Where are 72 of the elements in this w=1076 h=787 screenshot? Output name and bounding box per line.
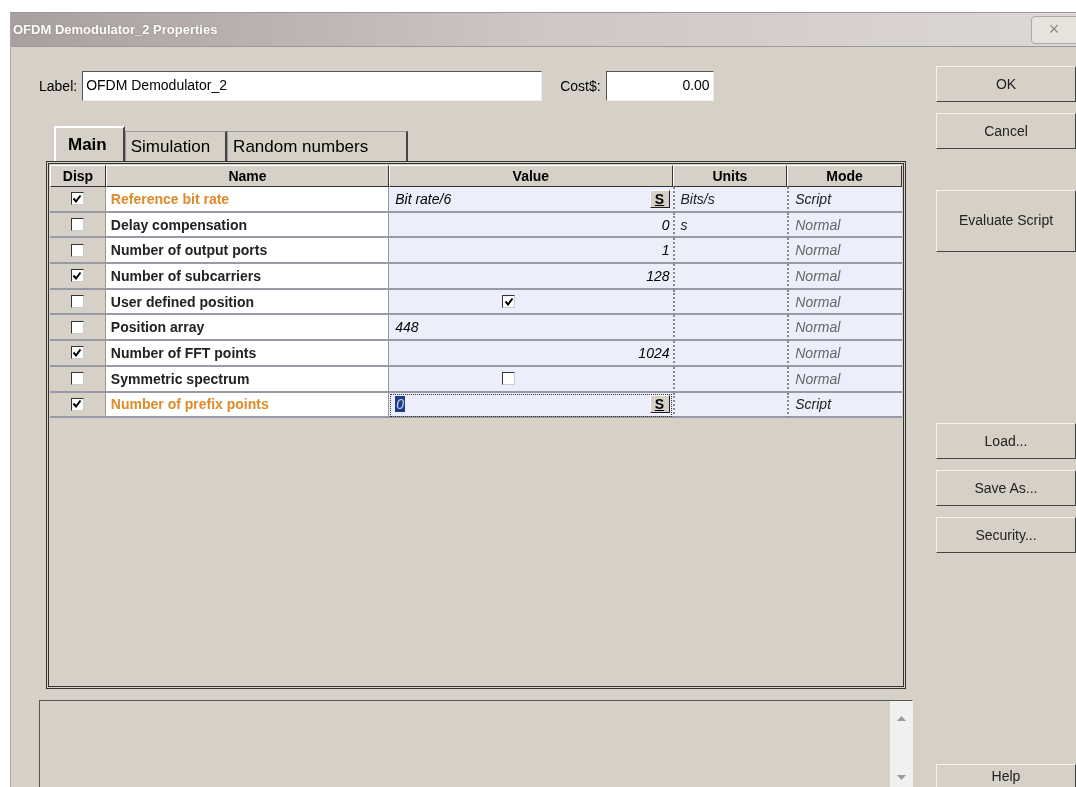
value-cell[interactable] — [389, 289, 673, 316]
checkbox[interactable] — [70, 295, 84, 309]
checkbox[interactable] — [70, 346, 84, 360]
units-cell[interactable] — [672, 392, 788, 419]
label-caption: Label: — [39, 78, 78, 94]
ok-button[interactable]: OK — [936, 66, 1076, 102]
property-name: Position array — [105, 315, 390, 342]
cost-field[interactable]: 0.00 — [605, 71, 714, 101]
value-cell[interactable]: 1 — [389, 238, 673, 265]
checkbox[interactable] — [502, 372, 516, 386]
column-header[interactable]: Mode — [787, 165, 902, 187]
property-name: Reference bit rate — [105, 187, 390, 213]
scroll-down-icon[interactable] — [896, 775, 906, 781]
units-cell[interactable] — [672, 315, 788, 342]
value-cell[interactable]: 0 — [389, 212, 673, 239]
dialog-button[interactable]: Security... — [936, 517, 1076, 553]
value-cell[interactable]: 128 — [389, 264, 673, 290]
help-button[interactable]: Help — [936, 764, 1076, 787]
units-cell[interactable] — [672, 366, 788, 393]
property-name: Number of subcarriers — [105, 264, 390, 290]
units-cell[interactable] — [672, 341, 788, 367]
dialog-button[interactable]: Load... — [936, 423, 1076, 459]
column-header[interactable]: Disp — [50, 165, 106, 187]
checkbox[interactable] — [70, 372, 84, 386]
scroll-up-icon[interactable] — [896, 715, 906, 721]
value-cell[interactable] — [389, 366, 673, 393]
mode-cell[interactable]: Normal — [787, 366, 902, 393]
mode-cell[interactable]: Normal — [787, 238, 902, 265]
column-header[interactable]: Name — [105, 165, 390, 187]
tab[interactable]: Random numbers — [227, 131, 409, 161]
units-cell[interactable]: s — [672, 212, 788, 239]
units-cell[interactable] — [672, 264, 788, 290]
script-button[interactable]: S — [649, 189, 670, 208]
mode-cell[interactable]: Script — [787, 187, 902, 213]
value-cell[interactable]: 0 S — [389, 392, 673, 419]
checkbox[interactable] — [70, 243, 84, 257]
mode-cell[interactable]: Normal — [787, 289, 902, 316]
mode-cell[interactable]: Normal — [787, 315, 902, 342]
window-title: OFDM Demodulator_2 Properties — [12, 22, 218, 37]
property-name: Number of FFT points — [105, 341, 390, 367]
checkbox[interactable] — [70, 192, 84, 206]
property-name: User defined position — [105, 289, 390, 316]
property-name: Number of prefix points — [105, 392, 390, 419]
label-field[interactable]: OFDM Demodulator_2 — [82, 71, 543, 101]
tab[interactable]: Simulation — [124, 131, 228, 161]
dialog-button[interactable]: Save As... — [936, 470, 1076, 506]
tab[interactable]: Main — [54, 126, 125, 161]
checkbox[interactable] — [70, 218, 84, 232]
units-cell[interactable] — [672, 238, 788, 265]
value-cell[interactable]: 1024 — [389, 341, 673, 367]
cost-caption: Cost$: — [560, 78, 601, 94]
units-cell[interactable]: Bits/s — [672, 187, 788, 213]
mode-cell[interactable]: Normal — [787, 212, 902, 239]
column-header[interactable]: Units — [672, 165, 788, 187]
evaluate-script-button[interactable]: Evaluate Script — [936, 190, 1076, 252]
checkbox[interactable] — [70, 320, 84, 334]
mode-cell[interactable]: Script — [787, 392, 902, 419]
property-name: Delay compensation — [105, 212, 390, 239]
cancel-button[interactable]: Cancel — [936, 113, 1076, 149]
checkbox[interactable] — [502, 295, 516, 309]
mode-cell[interactable]: Normal — [787, 341, 902, 367]
mode-cell[interactable]: Normal — [787, 264, 902, 290]
column-header[interactable]: Value — [389, 165, 673, 187]
units-cell[interactable] — [672, 289, 788, 316]
scrollbar[interactable] — [890, 701, 912, 787]
checkbox[interactable] — [70, 397, 84, 411]
checkbox[interactable] — [70, 269, 84, 283]
property-name: Number of output ports — [105, 238, 390, 265]
property-name: Symmetric spectrum — [105, 366, 390, 393]
script-button[interactable]: S — [649, 395, 670, 414]
value-cell[interactable]: 448 — [389, 315, 673, 342]
value-cell[interactable]: Bit rate/6 S — [389, 187, 673, 213]
